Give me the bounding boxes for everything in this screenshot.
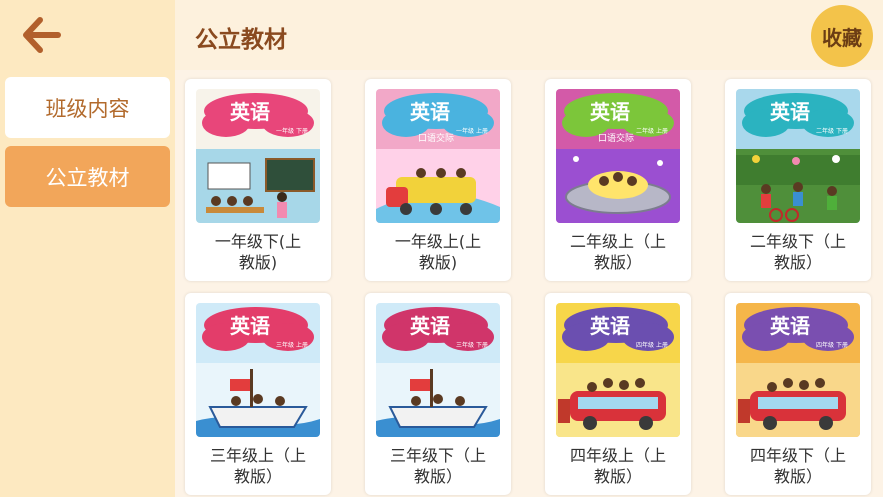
cover-subtitle: 口语交际 bbox=[598, 132, 634, 144]
textbook-cover-art: 英语 口语交际 二年级 上册 bbox=[556, 89, 680, 223]
textbook-cover: 英语 四年级 上册 bbox=[556, 303, 680, 437]
sidebar-item-label: 公立教材 bbox=[45, 165, 130, 190]
textbook-cover-art: 英语 二年级 下册 bbox=[736, 89, 860, 223]
back-button[interactable] bbox=[18, 14, 64, 56]
cover-subtitle: 口语交际 bbox=[418, 132, 454, 144]
sidebar-item-public-textbooks[interactable]: 公立教材 bbox=[5, 146, 170, 207]
textbook-cover-art: 英语 三年级 上册 bbox=[196, 303, 320, 437]
textbook-label: 三年级下（上 教版） bbox=[389, 446, 486, 486]
textbook-card[interactable]: 英语 四年级 下册 四年级下（上 教版） bbox=[725, 293, 871, 495]
textbook-cover: 英语 一年级 下册 bbox=[196, 89, 320, 223]
textbook-label: 一年级下(上 教版) bbox=[214, 232, 302, 272]
textbook-label: 一年级上(上 教版) bbox=[394, 232, 482, 272]
textbook-cover: 英语 口语交际 二年级 上册 bbox=[556, 89, 680, 223]
cover-title: 英语 bbox=[590, 100, 630, 124]
sidebar: 班级内容 公立教材 bbox=[0, 0, 175, 497]
cover-grade-badge: 二年级 下册 bbox=[816, 127, 848, 135]
cover-grade-badge: 二年级 上册 bbox=[636, 127, 668, 135]
textbook-cover: 英语 三年级 下册 bbox=[376, 303, 500, 437]
cover-grade-badge: 一年级 下册 bbox=[276, 127, 308, 135]
cover-grade-badge: 四年级 上册 bbox=[636, 341, 668, 349]
textbook-cover: 英语 口语交际 一年级 上册 bbox=[376, 89, 500, 223]
cover-grade-badge: 一年级 上册 bbox=[456, 127, 488, 135]
textbook-card[interactable]: 英语 二年级 下册 二年级下（上 教版） bbox=[725, 79, 871, 281]
cover-title: 英语 bbox=[230, 314, 270, 338]
textbook-card[interactable]: 英语 口语交际 一年级 上册 一年级上(上 教版) bbox=[365, 79, 511, 281]
textbook-label: 四年级下（上 教版） bbox=[749, 446, 846, 486]
cover-title: 英语 bbox=[230, 100, 270, 124]
textbook-cover: 英语 三年级 上册 bbox=[196, 303, 320, 437]
textbook-card[interactable]: 英语 三年级 上册 三年级上（上 教版） bbox=[185, 293, 331, 495]
page-title: 公立教材 bbox=[195, 27, 287, 53]
back-arrow-icon bbox=[23, 17, 61, 53]
favorites-button[interactable]: 收藏 bbox=[811, 5, 873, 67]
textbook-cover-art: 英语 三年级 下册 bbox=[376, 303, 500, 437]
textbook-card[interactable]: 英语 口语交际 二年级 上册 二年级上（上 教版） bbox=[545, 79, 691, 281]
textbook-card[interactable]: 英语 三年级 下册 三年级下（上 教版） bbox=[365, 293, 511, 495]
textbook-cover: 英语 四年级 下册 bbox=[736, 303, 860, 437]
textbook-cover-art: 英语 四年级 上册 bbox=[556, 303, 680, 437]
cover-grade-badge: 四年级 下册 bbox=[816, 341, 848, 349]
textbook-cover-art: 英语 一年级 下册 bbox=[196, 89, 320, 223]
textbook-cover-art: 英语 四年级 下册 bbox=[736, 303, 860, 437]
textbook-card[interactable]: 英语 四年级 上册 四年级上（上 教版） bbox=[545, 293, 691, 495]
cover-title: 英语 bbox=[410, 100, 450, 124]
textbook-cover-art: 英语 口语交际 一年级 上册 bbox=[376, 89, 500, 223]
textbook-label: 四年级上（上 教版） bbox=[569, 446, 666, 486]
textbook-cover: 英语 二年级 下册 bbox=[736, 89, 860, 223]
header: 公立教材 收藏 bbox=[175, 0, 883, 70]
textbook-label: 二年级下（上 教版） bbox=[749, 232, 846, 272]
sidebar-item-label: 班级内容 bbox=[45, 96, 130, 121]
cover-title: 英语 bbox=[410, 314, 450, 338]
sidebar-item-class-content[interactable]: 班级内容 bbox=[5, 77, 170, 138]
cover-grade-badge: 三年级 下册 bbox=[456, 341, 488, 349]
textbook-card[interactable]: 英语 一年级 下册 一年级下(上 教版) bbox=[185, 79, 331, 281]
cover-title: 英语 bbox=[590, 314, 630, 338]
textbook-label: 三年级上（上 教版） bbox=[209, 446, 306, 486]
cover-title: 英语 bbox=[770, 100, 810, 124]
cover-grade-badge: 三年级 上册 bbox=[276, 341, 308, 349]
cover-title: 英语 bbox=[770, 314, 810, 338]
textbook-label: 二年级上（上 教版） bbox=[569, 232, 666, 272]
textbook-grid: 英语 一年级 下册 一年级下(上 教版) 英语 口语交际 一年级 上册 一年级上… bbox=[175, 70, 883, 497]
